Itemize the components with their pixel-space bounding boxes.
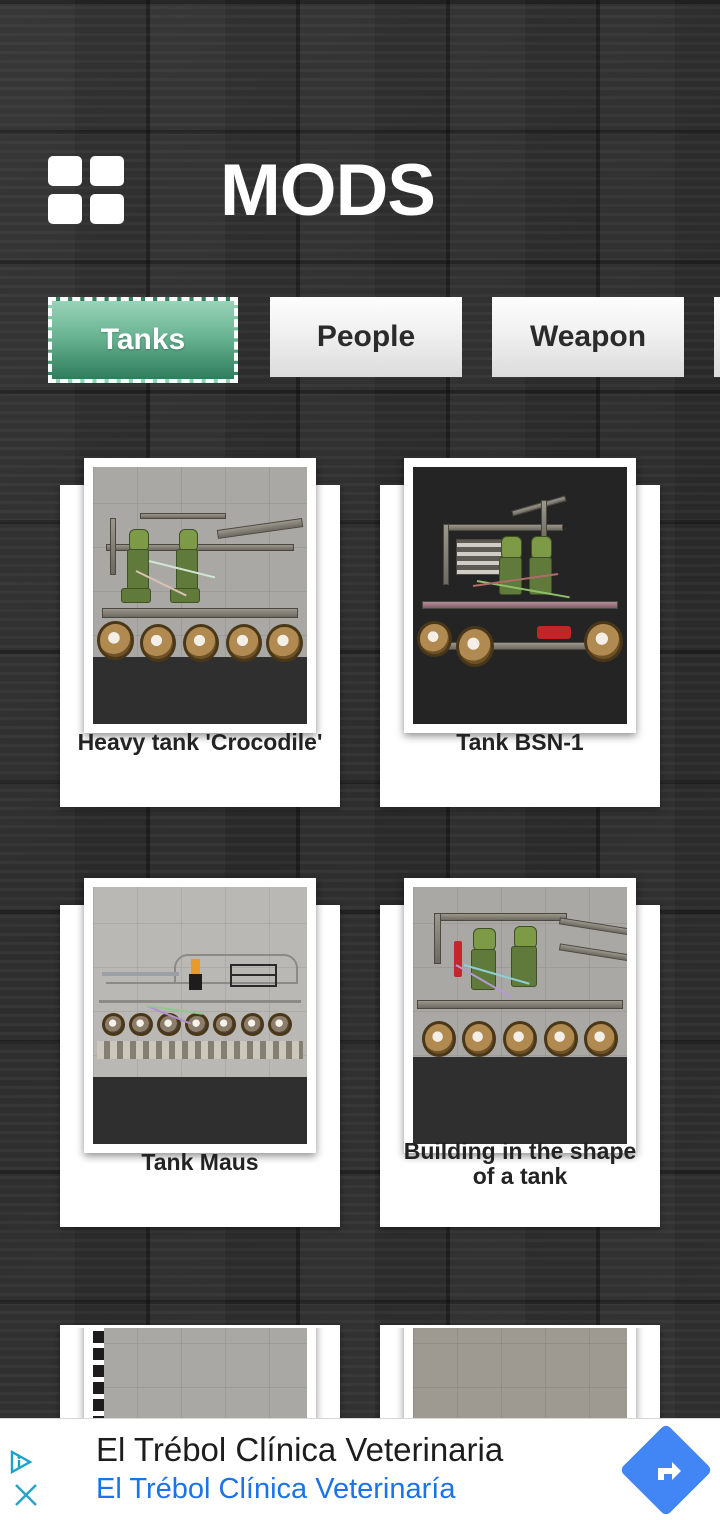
mod-card-title: Building in the shape of a tank <box>403 1137 637 1190</box>
tab-next-partial[interactable] <box>714 297 720 377</box>
ad-text-block: El Trébol Clínica Veterinaria El Trébol … <box>52 1431 612 1507</box>
grid-squares-icon <box>48 156 128 224</box>
ad-choices-icon[interactable] <box>10 1449 44 1475</box>
mod-card-title: Tank BSN-1 <box>456 729 584 756</box>
mod-thumbnail-frame <box>84 878 316 1153</box>
mod-thumbnail-image <box>413 467 627 724</box>
mod-card-title: Tank Maus <box>141 1149 259 1176</box>
mod-card[interactable]: Building in the shape of a tank <box>380 878 660 1227</box>
mod-card-title: Heavy tank 'Crocodile' <box>77 729 323 756</box>
tab-people[interactable]: People <box>270 297 462 377</box>
mod-card[interactable]: Tank Maus <box>60 878 340 1227</box>
page-title: MODS <box>220 149 436 231</box>
mod-thumbnail-image <box>93 467 307 724</box>
mods-grid: Heavy tank 'Crocodile' Tank BSN-1 Tank M… <box>0 438 720 1520</box>
close-icon[interactable] <box>12 1481 40 1509</box>
tab-people-label: People <box>316 320 416 353</box>
arrow-turn-right-icon <box>619 1422 713 1517</box>
tab-weapon[interactable]: Weapon <box>492 297 684 377</box>
mod-thumbnail-image <box>413 887 627 1144</box>
ad-banner[interactable]: El Trébol Clínica Veterinaria El Trébol … <box>0 1418 720 1520</box>
tab-tanks-label: Tanks <box>100 323 186 356</box>
mod-thumbnail-frame <box>84 458 316 733</box>
mod-thumbnail-frame <box>404 878 636 1153</box>
category-tab-bar[interactable]: Tanks People Weapon <box>0 297 720 383</box>
tab-tanks[interactable]: Tanks <box>48 297 238 383</box>
mod-card[interactable]: Heavy tank 'Crocodile' <box>60 458 340 807</box>
mod-thumbnail-frame <box>404 458 636 733</box>
app-header: MODS <box>0 130 720 250</box>
ad-cta-button[interactable] <box>612 1422 720 1517</box>
tab-weapon-label: Weapon <box>529 320 647 353</box>
mod-thumbnail-image <box>93 887 307 1144</box>
ad-subtitle-link[interactable]: El Trébol Clínica Veterinaría <box>96 1472 612 1507</box>
ad-badges <box>0 1419 52 1520</box>
mod-card[interactable]: Tank BSN-1 <box>380 458 660 807</box>
ad-title: El Trébol Clínica Veterinaria <box>96 1431 504 1469</box>
